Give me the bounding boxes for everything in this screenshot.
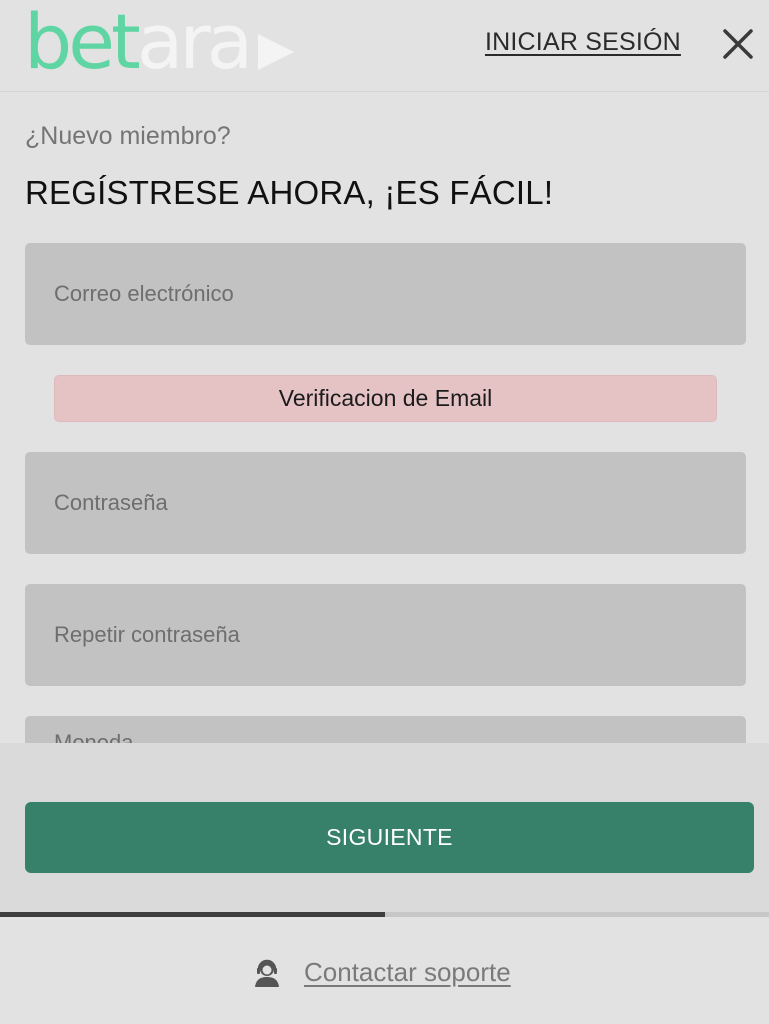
logo-text-bet: bet — [24, 0, 141, 86]
currency-field-label: Moneda — [54, 730, 134, 743]
currency-field[interactable]: Moneda — [25, 716, 746, 743]
support-agent-icon — [255, 959, 279, 987]
repeat-password-field[interactable] — [25, 584, 746, 686]
email-input[interactable] — [25, 243, 746, 345]
register-title: REGÍSTRESE AHORA, ¡ES FÁCIL! — [25, 174, 554, 211]
logo-text-ara: ara — [136, 0, 253, 86]
new-member-subtitle: ¿Nuevo miembro? — [25, 122, 231, 150]
verify-email-button[interactable]: Verificacion de Email — [54, 375, 717, 422]
close-icon — [723, 29, 753, 59]
contact-support-link[interactable]: Contactar soporte — [252, 957, 511, 988]
bottom-panel: SIGUIENTE Contactar soporte — [0, 743, 769, 1024]
next-button[interactable]: SIGUIENTE — [25, 802, 754, 873]
logo-arrow-icon — [258, 34, 294, 70]
email-field[interactable] — [25, 243, 746, 345]
close-button[interactable] — [720, 26, 756, 62]
betara-logo[interactable]: bet ara — [24, 0, 253, 86]
login-link[interactable]: INICIAR SESIÓN — [485, 28, 681, 57]
password-field[interactable] — [25, 452, 746, 554]
contact-support-label: Contactar soporte — [304, 957, 511, 987]
repeat-password-input[interactable] — [25, 584, 746, 686]
password-input[interactable] — [25, 452, 746, 554]
support-section: Contactar soporte — [0, 917, 769, 1024]
header: bet ara INICIAR SESIÓN — [0, 0, 769, 92]
